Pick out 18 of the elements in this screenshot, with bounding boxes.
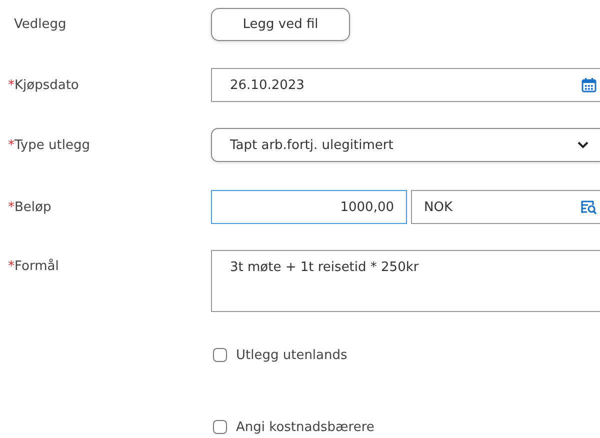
list-search-icon[interactable] [581, 200, 597, 214]
field-label: *Beløp [8, 200, 52, 214]
calendar-icon[interactable] [581, 77, 597, 93]
currency-field[interactable]: NOK [411, 190, 600, 224]
checkbox[interactable] [213, 420, 227, 434]
checkbox-label[interactable]: Angi kostnadsbærere [236, 420, 374, 434]
amount-field[interactable]: 1000,00 [211, 190, 407, 224]
purpose-textarea[interactable]: 3t møte + 1t reisetid * 250kr [211, 250, 600, 312]
date-field[interactable]: 26.10.2023 [211, 68, 600, 102]
chevron-down-icon [577, 141, 589, 149]
field-label: *Kjøpsdato [8, 78, 79, 92]
field-label: *Type utlegg [8, 138, 90, 152]
attach-file-button[interactable]: Legg ved fil [211, 8, 350, 41]
field-label: *Formål [8, 259, 59, 274]
expense-type-dropdown[interactable]: Tapt arb.fortj. ulegitimert [211, 128, 600, 162]
checkbox[interactable] [213, 348, 227, 362]
checkbox-label[interactable]: Utlegg utenlands [236, 348, 348, 362]
field-label: Vedlegg [13, 17, 66, 32]
